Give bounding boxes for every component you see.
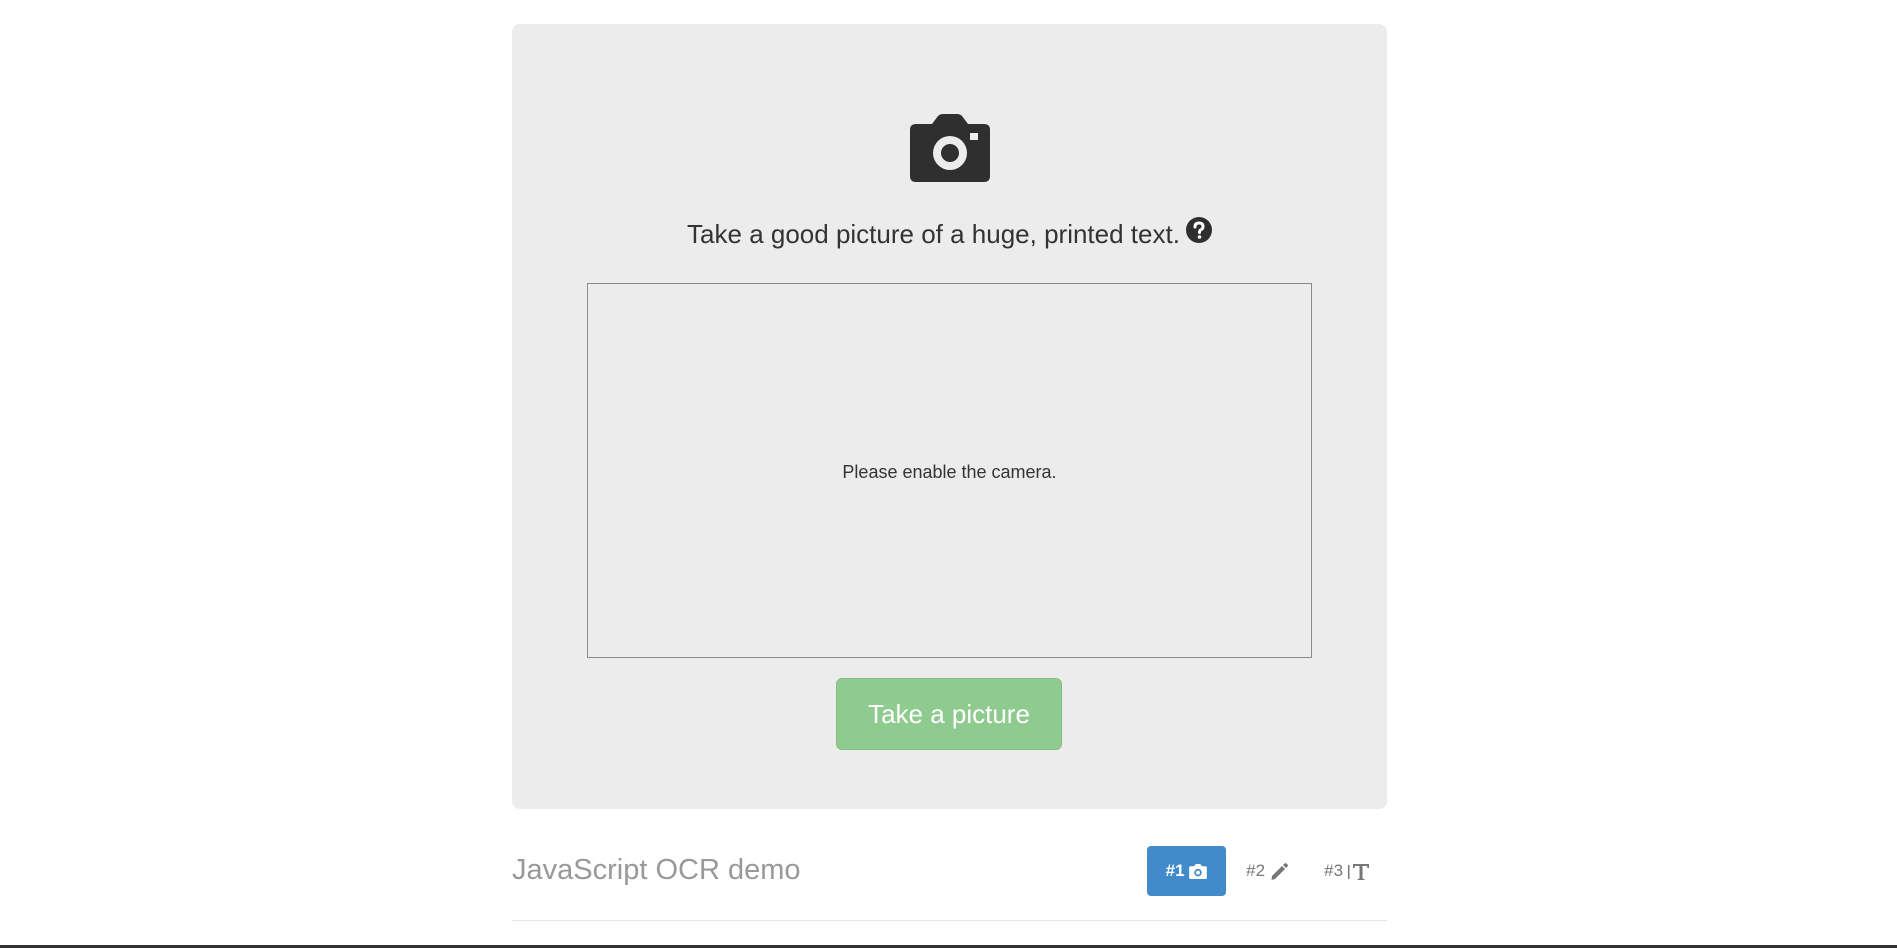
step-3-label: #3: [1324, 861, 1344, 880]
camera-icon: [1189, 864, 1208, 880]
footer-divider: [512, 920, 1387, 921]
step-2-tab[interactable]: #2: [1231, 846, 1303, 896]
step-1-label: #1: [1165, 861, 1185, 880]
text-icon: [1347, 863, 1369, 880]
page: Take a good picture of a huge, printed t…: [0, 0, 1897, 948]
step-3-tab[interactable]: #3: [1311, 846, 1383, 896]
step-2-label: #2: [1246, 861, 1266, 880]
step-1-tab[interactable]: #1: [1147, 846, 1226, 896]
instruction-label: Take a good picture of a huge, printed t…: [687, 219, 1180, 249]
take-picture-button[interactable]: Take a picture: [836, 678, 1062, 750]
step-nav: #1 #2 #3: [1147, 846, 1387, 896]
question-circle-icon[interactable]: [1185, 217, 1212, 243]
camera-preview[interactable]: Please enable the camera.: [587, 283, 1312, 658]
instruction-text: Take a good picture of a huge, printed t…: [512, 217, 1387, 250]
brand-title[interactable]: JavaScript OCR demo: [512, 854, 801, 887]
camera-icon: [910, 114, 990, 182]
camera-message: Please enable the camera.: [842, 462, 1057, 482]
capture-panel: Take a good picture of a huge, printed t…: [512, 24, 1387, 809]
pencil-icon: [1271, 862, 1288, 880]
footer: JavaScript OCR demo #1 #2 #3: [512, 836, 1387, 922]
